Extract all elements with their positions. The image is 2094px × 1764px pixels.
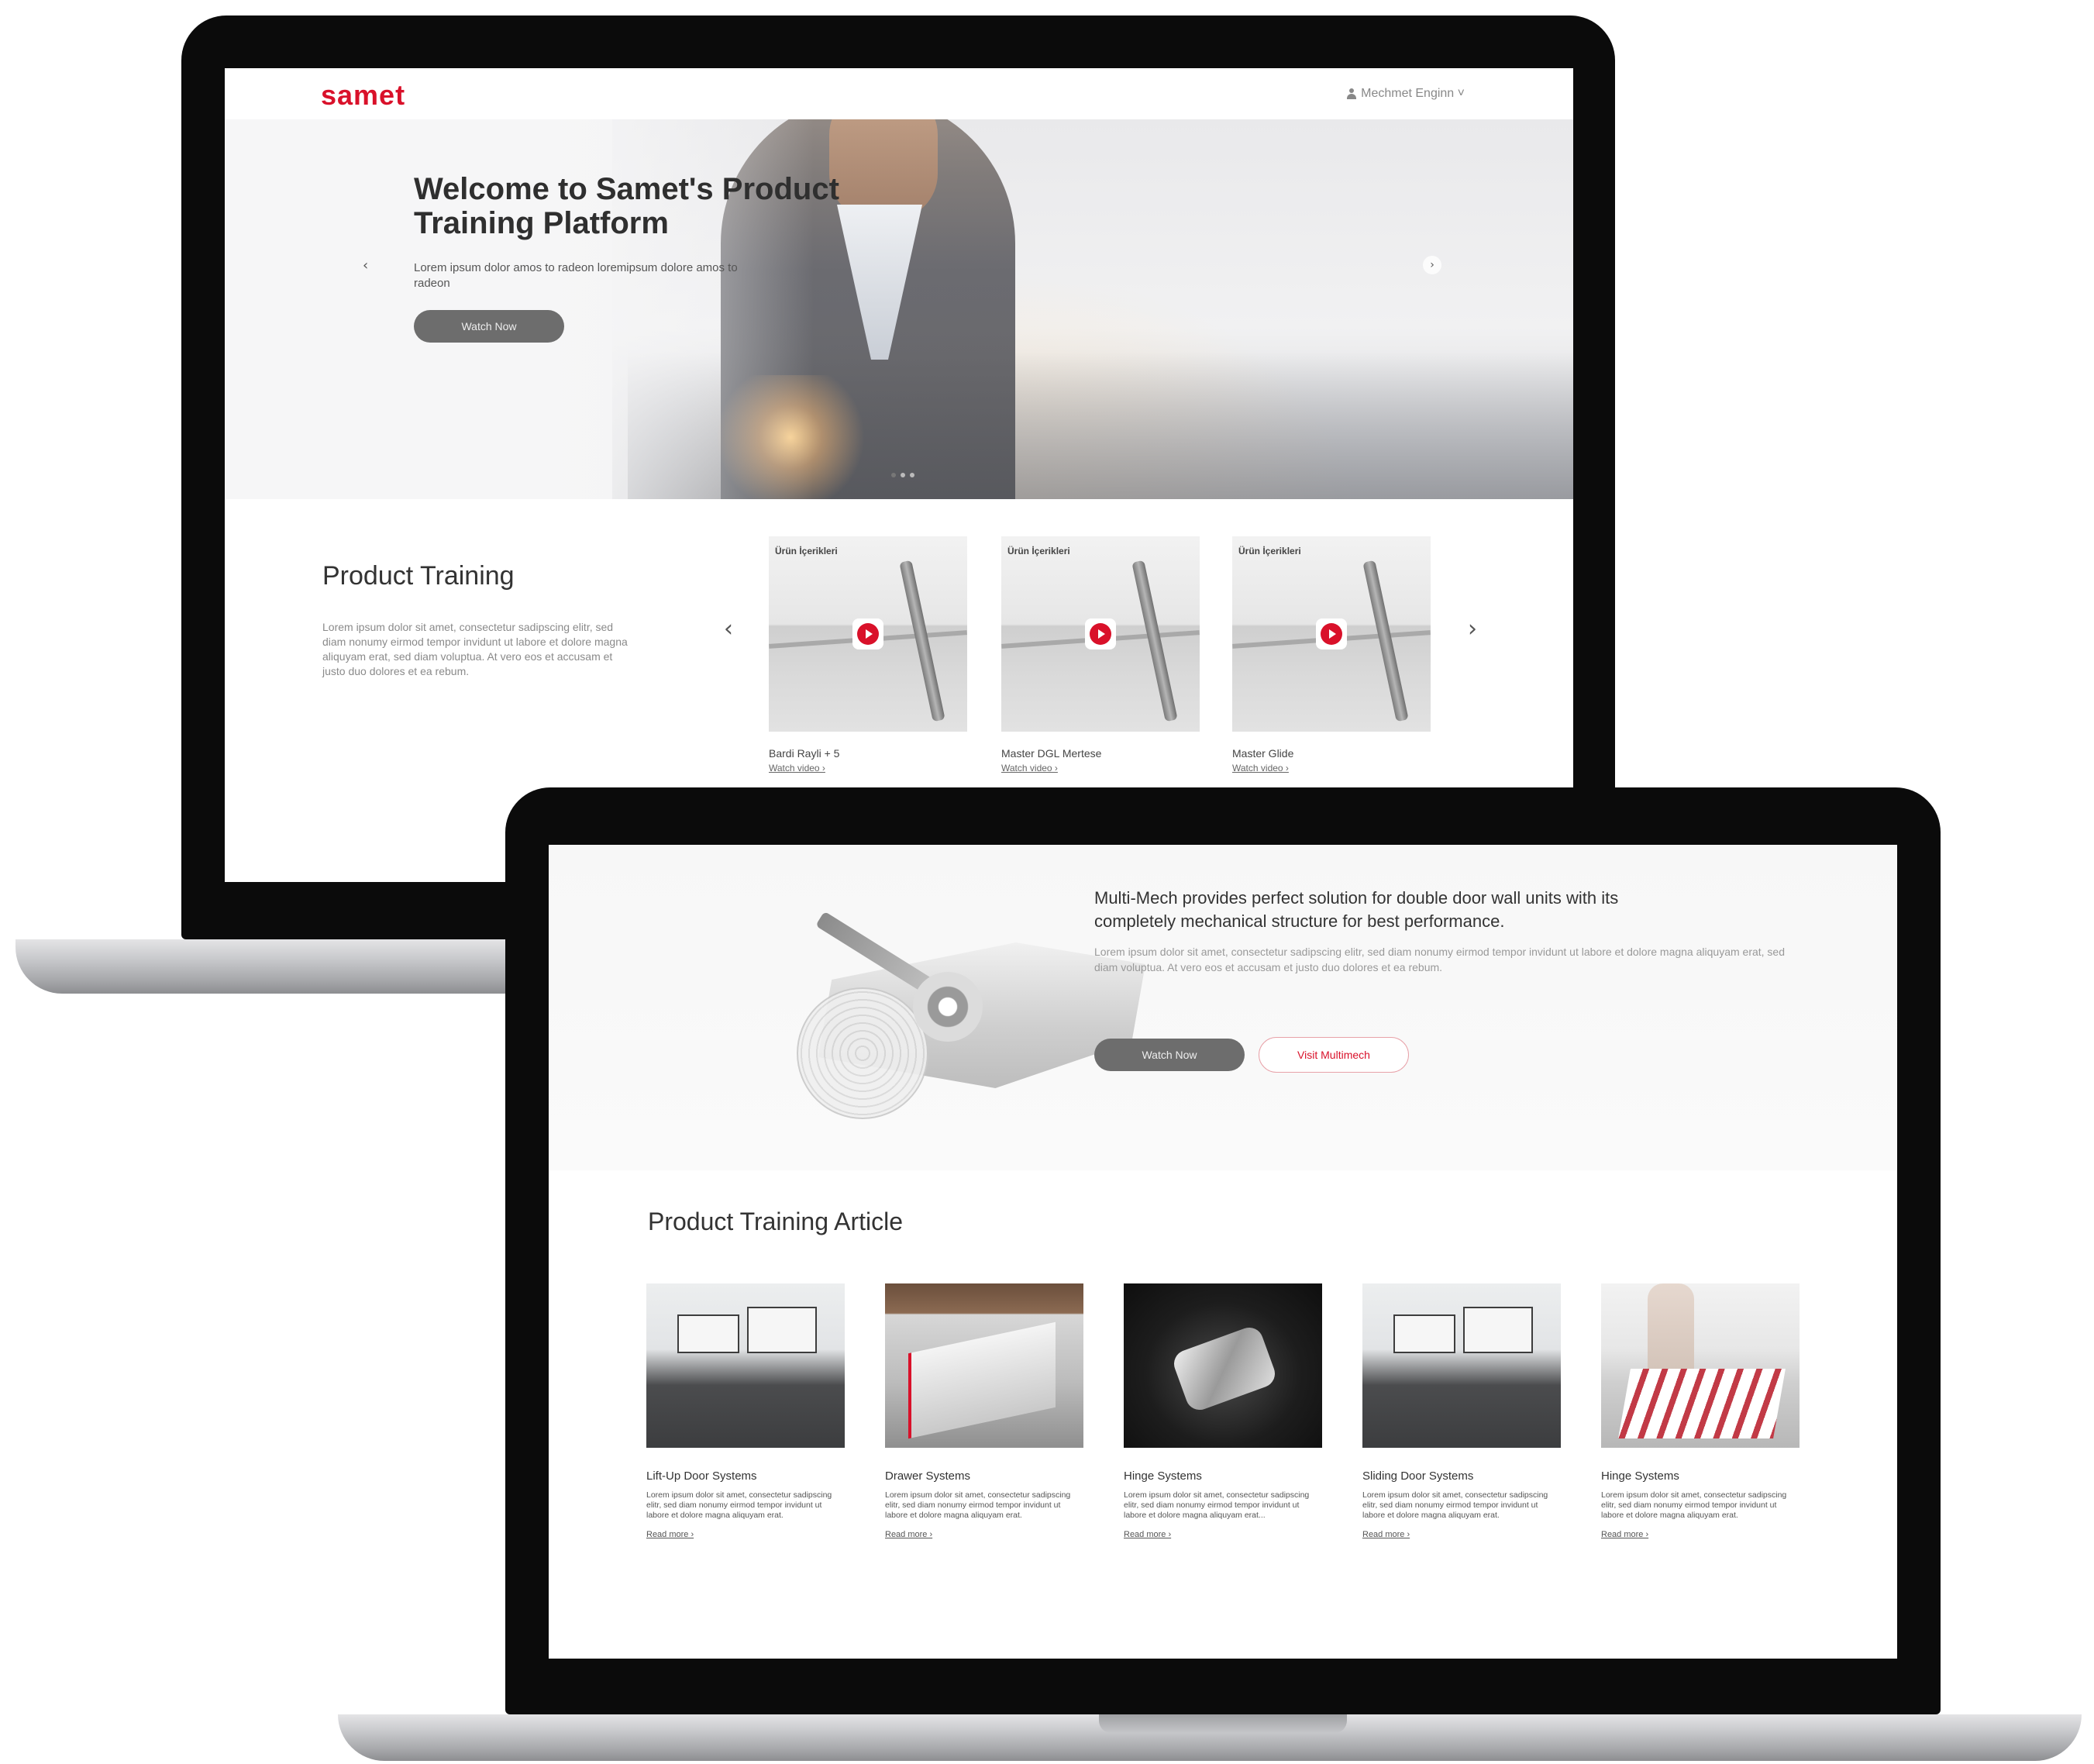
hero-dot-2[interactable] [901,473,905,477]
video-thumbnail[interactable]: Ürün İçerikleri [1232,536,1431,732]
hero-dot-1[interactable] [891,473,896,477]
cutlery-tray-shape [1618,1369,1786,1438]
article-image-drawer[interactable] [885,1283,1083,1448]
visit-multimech-button[interactable]: Visit Multimech [1259,1037,1409,1073]
video-title: Bardi Rayli + 5 [769,747,840,760]
article-text: Lorem ipsum dolor sit amet, consectetur … [646,1490,832,1520]
article-text: Lorem ipsum dolor sit amet, consectetur … [885,1490,1071,1520]
watch-video-link[interactable]: Watch video › [1232,763,1431,773]
video-title: Master Glide [1232,747,1294,760]
video-card[interactable]: Ürün İçerikleri Bardi Rayli + 5 Watch vi… [769,536,967,773]
samet-logo[interactable]: samet [321,79,405,112]
thumbnail-label: Ürün İçerikleri [1238,546,1301,556]
cabinet-shelf [1463,1307,1533,1353]
thumbnail-label: Ürün İçerikleri [775,546,838,556]
play-icon [1090,623,1111,645]
play-button[interactable] [1316,618,1347,649]
article-name: Hinge Systems [1601,1469,1679,1483]
hero-next-arrow-icon[interactable]: › [1423,256,1441,274]
read-more-link[interactable]: Read more › [885,1530,1083,1539]
user-menu-label: Mechmet Enginn ˅ [1361,87,1465,100]
hero-text: Lorem ipsum dolor amos to radeon loremip… [414,261,738,290]
multimech-text: Lorem ipsum dolor sit amet, consectetur … [1094,946,1786,973]
front-laptop-notch [1099,1714,1347,1733]
article-name: Lift-Up Door Systems [646,1469,757,1483]
hero-prev-arrow-icon[interactable]: ‹ [363,257,368,274]
training-next-arrow-icon[interactable]: › [1468,615,1477,643]
article-card[interactable]: Hinge Systems Lorem ipsum dolor sit amet… [1601,1283,1800,1539]
read-more-link[interactable]: Read more › [1362,1530,1561,1539]
back-laptop-screen: samet Mechmet Enginn ˅ Welcome to Samet'… [225,68,1573,882]
article-card[interactable]: Drawer Systems Lorem ipsum dolor sit ame… [885,1283,1083,1539]
video-title: Master DGL Mertese [1001,747,1102,760]
hero-dot-3[interactable] [910,473,914,477]
video-thumbnail[interactable]: Ürün İçerikleri [1001,536,1200,732]
multimech-wheel [797,987,928,1119]
read-more-link[interactable]: Read more › [1601,1530,1800,1539]
hero-pagination-dots [891,473,914,477]
play-icon [1321,623,1342,645]
multimech-gear [913,972,983,1042]
article-card[interactable]: Sliding Door Systems Lorem ipsum dolor s… [1362,1283,1561,1539]
user-icon [1347,88,1357,99]
training-prev-arrow-icon[interactable]: ‹ [724,615,733,643]
thumbnail-rail [899,560,945,722]
hero-title: Welcome to Samet's Product Training Plat… [414,172,839,240]
article-name: Sliding Door Systems [1362,1469,1474,1483]
cabinet-shelf [1393,1314,1455,1353]
thumbnail-rail [1362,560,1409,722]
watch-now-button[interactable]: Watch Now [1094,1039,1245,1071]
read-more-link[interactable]: Read more › [1124,1530,1322,1539]
article-name: Drawer Systems [885,1469,971,1483]
article-image-hinge-drawer[interactable] [1601,1283,1800,1448]
front-laptop-screen: Multi-Mech provides perfect solution for… [549,845,1897,1659]
video-card[interactable]: Ürün İçerikleri Master Glide Watch video… [1232,536,1431,773]
thumbnail-rail [1131,560,1178,722]
drawer-shape [908,1321,1056,1439]
hinge-shape [1169,1323,1279,1414]
cabinet-shelf [747,1307,817,1353]
articles-title: Product Training Article [648,1208,904,1235]
article-text: Lorem ipsum dolor sit amet, consectetur … [1362,1490,1548,1520]
product-training-text: Lorem ipsum dolor sit amet, consectetur … [322,621,628,677]
cabinet-shelf [677,1314,739,1353]
watch-video-link[interactable]: Watch video › [769,763,967,773]
thumbnail-label: Ürün İçerikleri [1007,546,1070,556]
play-button[interactable] [852,618,883,649]
article-text: Lorem ipsum dolor sit amet, consectetur … [1124,1490,1310,1520]
article-name: Hinge Systems [1124,1469,1202,1483]
article-image-sliding-door[interactable] [1362,1283,1561,1448]
article-image-hinge[interactable] [1124,1283,1322,1448]
read-more-link[interactable]: Read more › [646,1530,845,1539]
top-navbar: samet Mechmet Enginn ˅ [225,68,1573,119]
hero-watch-now-button[interactable]: Watch Now [414,310,564,343]
play-icon [857,623,879,645]
play-button[interactable] [1085,618,1116,649]
article-text: Lorem ipsum dolor sit amet, consectetur … [1601,1490,1787,1520]
multimech-product-image [665,879,1145,1119]
article-card[interactable]: Hinge Systems Lorem ipsum dolor sit amet… [1124,1283,1322,1539]
multimech-heading: Multi-Mech provides perfect solution for… [1094,888,1619,931]
user-menu[interactable]: Mechmet Enginn ˅ [1347,87,1465,101]
product-training-title: Product Training [322,561,515,591]
video-thumbnail[interactable]: Ürün İçerikleri [769,536,967,732]
watch-video-link[interactable]: Watch video › [1001,763,1200,773]
video-card[interactable]: Ürün İçerikleri Master DGL Mertese Watch… [1001,536,1200,773]
article-image-lift-up[interactable] [646,1283,845,1448]
article-card[interactable]: Lift-Up Door Systems Lorem ipsum dolor s… [646,1283,845,1539]
